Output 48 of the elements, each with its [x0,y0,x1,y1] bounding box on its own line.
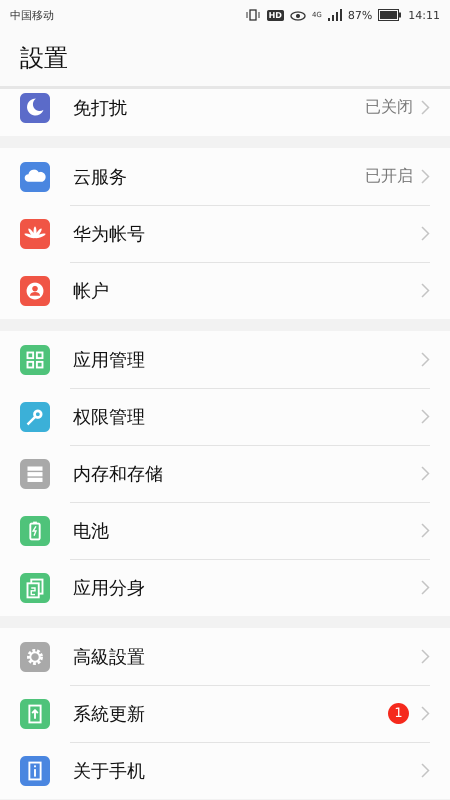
carrier-name: 中国移动 [10,8,54,22]
key-icon [20,402,50,432]
setting-value: 已开启 [365,166,413,187]
chevron-icon [421,763,430,778]
chevron-icon [421,226,430,241]
setting-label[interactable]: 内存和存储 [73,462,421,486]
chevron-icon [421,283,430,298]
info-icon [20,756,50,786]
page-title: 設置 [20,43,68,74]
eye-icon [290,9,306,21]
vibrate-icon [244,9,261,21]
grid-icon [20,344,50,374]
cloud-icon [20,162,50,192]
setting-label[interactable]: 系統更新 [73,702,388,726]
chevron-icon [421,466,430,481]
setting-value: 已关闭 [365,97,413,118]
upload-icon [20,698,50,728]
cards-icon [20,572,50,602]
chevron-icon [421,580,430,595]
signal-icon [328,9,342,21]
setting-label[interactable]: 应用管理 [73,348,421,372]
setting-label[interactable]: 电池 [73,518,421,542]
setting-label[interactable]: 关于手机 [73,758,421,782]
chevron-icon [421,649,430,664]
chevron-icon [421,169,430,184]
chevron-icon [421,706,430,721]
setting-label[interactable]: 帐户 [73,278,421,302]
battery-percent: 87% [348,8,372,22]
setting-label[interactable]: 免打扰 [73,96,365,120]
setting-label[interactable]: 权限管理 [73,404,421,428]
notification-badge: 1 [388,703,409,724]
chevron-icon [421,352,430,367]
hd-badge: HD [266,10,284,20]
storage-icon [20,458,50,488]
clock-time: 14:11 [408,8,440,22]
petals-icon [20,218,50,248]
battery-icon [378,9,402,21]
chevron-icon [421,409,430,424]
setting-label[interactable]: 云服务 [73,164,365,188]
moon-icon [20,92,50,122]
setting-label[interactable]: 应用分身 [73,576,421,600]
battery-icon [20,516,50,546]
chevron-icon [421,523,430,538]
chevron-icon [421,100,430,115]
setting-label[interactable]: 华为帐号 [73,222,421,246]
settings-icon [20,642,50,672]
person-icon [20,276,50,306]
setting-label[interactable]: 高級設置 [73,644,421,668]
